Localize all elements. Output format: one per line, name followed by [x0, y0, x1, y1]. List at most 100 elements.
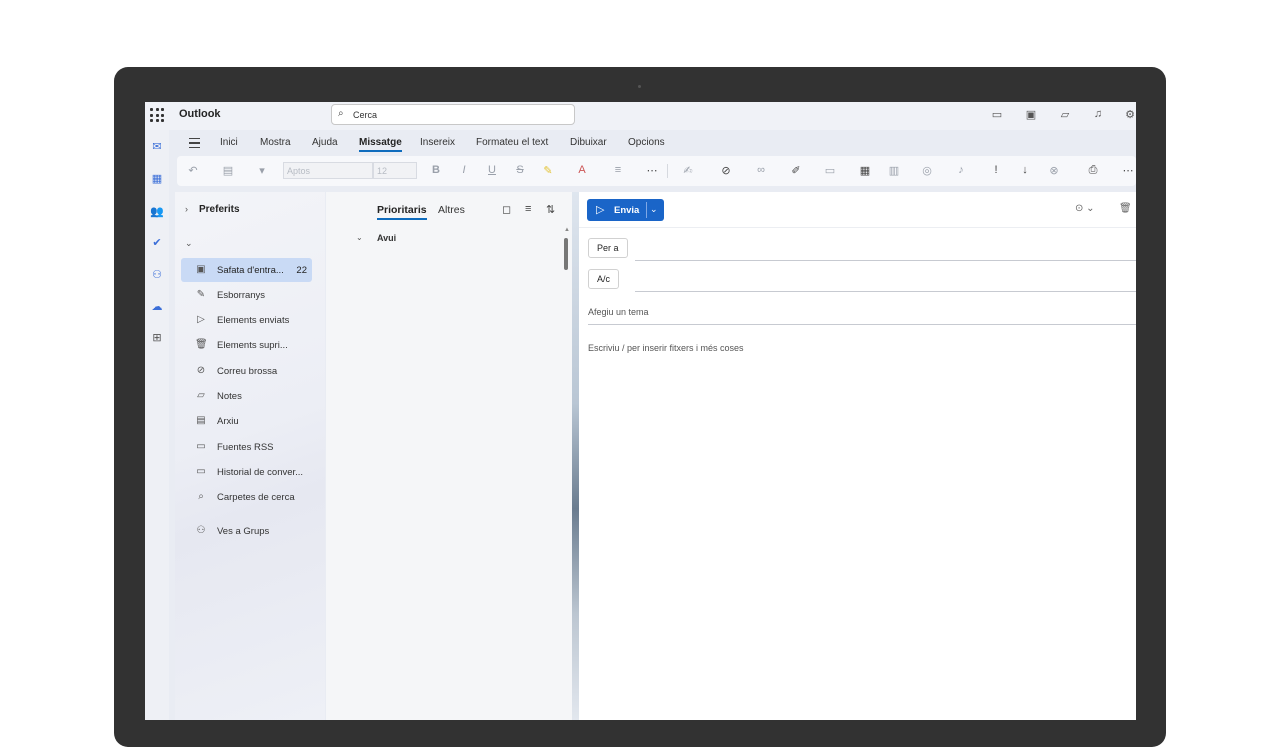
tab-other[interactable]: Altres: [438, 204, 465, 216]
dictate-icon[interactable]: ♪: [953, 164, 969, 176]
font-name-select[interactable]: Aptos: [283, 162, 373, 179]
org-explorer-icon[interactable]: ⚇: [149, 268, 165, 282]
favorites-header[interactable]: Preferits: [199, 204, 240, 215]
folder-label: Esborranys: [217, 290, 266, 301]
subject-underline: [588, 324, 1136, 325]
tab-missatge[interactable]: Missatge: [359, 137, 402, 152]
word-app-icon[interactable]: ▣: [1024, 108, 1038, 121]
folder-label: Historial de conver...: [217, 467, 304, 478]
notes-icon[interactable]: ▱: [1058, 108, 1072, 121]
bold-icon[interactable]: B: [428, 164, 444, 176]
copilot-icon[interactable]: ◎: [919, 164, 935, 177]
tag-icon[interactable]: ⊗: [1046, 164, 1062, 177]
undo-icon[interactable]: ↶: [185, 164, 201, 177]
inbox-icon: ▣: [196, 264, 206, 275]
more-apps-icon[interactable]: ⊞: [149, 331, 165, 345]
folder-inbox[interactable]: ▣ Safata d'entra... 22: [181, 258, 312, 282]
folder-pane: › Preferits ⌄ ▣ Safata d'entra... 22 ✎ E…: [175, 192, 325, 720]
video-icon[interactable]: ▭: [822, 164, 838, 177]
link-icon[interactable]: ∞: [753, 164, 769, 176]
app-launcher-icon[interactable]: [150, 108, 164, 122]
send-divider: [646, 202, 647, 218]
sort-icon[interactable]: ⇅: [546, 203, 555, 216]
bell-icon[interactable]: ♫: [1091, 108, 1105, 120]
folder-deleted[interactable]: 🗑 Elements supri...: [181, 333, 312, 357]
search-icon: ⌕: [338, 108, 344, 119]
to-field[interactable]: [635, 260, 1136, 261]
folder-label: Arxiu: [217, 416, 239, 427]
folder-rss[interactable]: ▭ Fuentes RSS: [181, 435, 312, 459]
paragraph-options-icon[interactable]: ≡: [610, 164, 626, 176]
folder-archive[interactable]: ▤ Arxiu: [181, 409, 312, 433]
send-button[interactable]: ▷ Envia ⌄: [587, 199, 664, 221]
tab-mostra[interactable]: Mostra: [260, 137, 291, 148]
scroll-up-arrow-icon[interactable]: ▲: [564, 227, 570, 233]
highlight-icon[interactable]: ✎: [540, 164, 556, 177]
more-formatting-icon[interactable]: ⋯: [644, 164, 660, 177]
cc-field[interactable]: [635, 291, 1136, 292]
chevron-down-icon[interactable]: ⌄: [356, 233, 363, 242]
sensitivity-icon[interactable]: ⊙ ⌄: [1075, 203, 1095, 214]
todo-icon[interactable]: ✔: [149, 236, 165, 250]
folder-search-folders[interactable]: ⌕ Carpetes de cerca: [181, 485, 312, 509]
mail-icon[interactable]: ✉: [149, 140, 165, 154]
chevron-down-icon[interactable]: ⌄: [185, 238, 193, 249]
calendar-icon[interactable]: ▦: [149, 172, 165, 186]
importance-low-icon[interactable]: ↓: [1017, 164, 1033, 176]
gear-icon[interactable]: ⚙: [1123, 108, 1136, 121]
tab-opcions[interactable]: Opcions: [628, 137, 665, 148]
cc-button[interactable]: A/c: [588, 269, 620, 289]
hamburger-menu-icon[interactable]: [189, 138, 200, 148]
editor-icon[interactable]: ✍: [680, 164, 696, 177]
filter-icon[interactable]: ≡: [525, 203, 531, 215]
tab-insereix[interactable]: Insereix: [420, 137, 455, 148]
to-button[interactable]: Per a: [588, 238, 628, 258]
table-icon[interactable]: ▦: [857, 164, 873, 177]
tab-focused[interactable]: Prioritaris: [377, 204, 427, 220]
importance-high-icon[interactable]: !: [988, 164, 1004, 176]
subject-input[interactable]: Afegiu un tema: [588, 307, 649, 317]
strikethrough-icon[interactable]: S: [512, 164, 528, 176]
trash-icon[interactable]: 🗑: [1119, 203, 1132, 214]
chart-icon[interactable]: ▥: [886, 164, 902, 177]
signature-icon[interactable]: ✐: [788, 164, 804, 177]
folder-drafts[interactable]: ✎ Esborranys: [181, 283, 312, 307]
people-icon[interactable]: 👥: [149, 205, 165, 219]
chevron-right-icon[interactable]: ›: [185, 204, 188, 214]
folder-notes[interactable]: ▱ Notes: [181, 384, 312, 408]
message-body[interactable]: Escriviu / per inserir fitxers i més cos…: [588, 343, 744, 353]
chevron-down-icon[interactable]: ⌄: [650, 204, 658, 215]
teams-chat-icon[interactable]: ▭: [990, 108, 1004, 121]
tab-dibuixar[interactable]: Dibuixar: [570, 137, 607, 148]
camera-dot: [638, 85, 641, 88]
onedrive-icon[interactable]: ☁: [149, 300, 165, 314]
go-to-groups[interactable]: ⚇ Ves a Grups: [181, 519, 312, 543]
junk-icon: ⊘: [196, 365, 206, 376]
group-header-today[interactable]: Avui: [377, 233, 396, 243]
app-title: Outlook: [179, 108, 221, 120]
select-icon[interactable]: ◻: [502, 203, 511, 216]
tab-inici[interactable]: Inici: [220, 137, 238, 148]
more-options-icon[interactable]: ⋯: [1120, 164, 1136, 177]
folder-label: Correu brossa: [217, 366, 278, 377]
search-box[interactable]: ⌕ Cerca: [331, 104, 575, 125]
attach-icon[interactable]: ⊘: [718, 164, 734, 177]
scrollbar-thumb[interactable]: [564, 238, 568, 270]
font-size-select[interactable]: 12: [373, 162, 417, 179]
drafts-icon: ✎: [196, 289, 206, 300]
send-icon: ▷: [596, 204, 605, 216]
tab-ajuda[interactable]: Ajuda: [312, 137, 338, 148]
ribbon-separator: [667, 164, 668, 178]
groups-icon: ⚇: [196, 525, 206, 536]
italic-icon[interactable]: I: [456, 164, 472, 176]
tab-formateu-el-text[interactable]: Formateu el text: [476, 137, 548, 148]
underline-icon[interactable]: U: [484, 164, 500, 176]
folder-sent[interactable]: ▷ Elements enviats: [181, 308, 312, 332]
folder-conversation-history[interactable]: ▭ Historial de conver...: [181, 460, 312, 484]
paste-icon[interactable]: ▤: [220, 164, 236, 177]
format-painter-icon[interactable]: ▾: [254, 164, 270, 177]
font-color-icon[interactable]: A: [574, 164, 590, 176]
print-icon[interactable]: ⎙: [1085, 164, 1101, 177]
notes-icon: ▱: [197, 390, 205, 401]
folder-junk[interactable]: ⊘ Correu brossa: [181, 359, 312, 383]
